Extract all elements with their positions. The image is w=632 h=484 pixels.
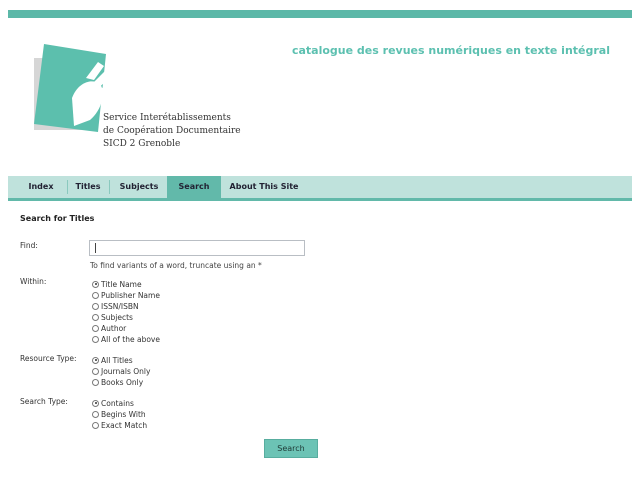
nav-index[interactable]: Index	[16, 176, 66, 198]
find-label: Find:	[20, 241, 38, 250]
organization-name: Service Interétablissements de Coopérati…	[103, 112, 241, 151]
option-label: Publisher Name	[101, 291, 160, 300]
resource-option[interactable]: All Titles	[92, 355, 133, 366]
nav-titles[interactable]: Titles	[68, 176, 108, 198]
site-title: catalogue des revues numériques en texte…	[291, 44, 610, 57]
option-label: Contains	[101, 399, 134, 408]
search-type-option[interactable]: Begins With	[92, 409, 146, 420]
radio-checked-icon[interactable]	[92, 356, 99, 364]
radio-icon[interactable]	[92, 324, 99, 332]
search-type-option[interactable]: Contains	[92, 398, 134, 409]
radio-icon[interactable]	[92, 335, 99, 343]
nav-subjects[interactable]: Subjects	[110, 176, 168, 198]
find-input[interactable]	[89, 240, 305, 256]
resource-option[interactable]: Books Only	[92, 377, 143, 388]
option-label: All Titles	[101, 356, 133, 365]
resource-option[interactable]: Journals Only	[92, 366, 150, 377]
org-line-3: SICD 2 Grenoble	[103, 139, 181, 149]
option-label: Exact Match	[101, 421, 148, 430]
option-label: Subjects	[101, 313, 133, 322]
within-option[interactable]: Author	[92, 323, 126, 334]
radio-icon[interactable]	[92, 367, 99, 375]
top-accent-bar	[8, 10, 632, 18]
within-option[interactable]: Title Name	[92, 279, 142, 290]
org-line-1: Service Interétablissements	[103, 113, 231, 123]
nav-about[interactable]: About This Site	[224, 176, 304, 198]
org-line-2: de Coopération Documentaire	[103, 126, 241, 136]
radio-icon[interactable]	[92, 313, 99, 321]
form-title: Search for Titles	[20, 214, 95, 223]
search-button[interactable]: Search	[264, 439, 318, 458]
resource-type-label: Resource Type:	[20, 354, 77, 363]
option-label: Title Name	[101, 280, 142, 289]
option-label: Author	[101, 324, 127, 333]
truncation-hint: To find variants of a word, truncate usi…	[90, 261, 262, 270]
radio-checked-icon[interactable]	[92, 399, 99, 407]
search-type-option[interactable]: Exact Match	[92, 420, 147, 431]
radio-icon[interactable]	[92, 421, 99, 429]
option-label: Begins With	[101, 410, 146, 419]
radio-checked-icon[interactable]	[92, 280, 99, 288]
within-option[interactable]: Publisher Name	[92, 290, 160, 301]
nav-search[interactable]: Search	[167, 176, 221, 198]
main-navigation: Index Titles Subjects Search About This …	[8, 176, 632, 201]
text-cursor	[95, 243, 96, 253]
within-option[interactable]: ISSN/ISBN	[92, 301, 139, 312]
within-option[interactable]: Subjects	[92, 312, 133, 323]
search-type-label: Search Type:	[20, 397, 68, 406]
radio-icon[interactable]	[92, 378, 99, 386]
within-label: Within:	[20, 277, 47, 286]
radio-icon[interactable]	[92, 410, 99, 418]
option-label: All of the above	[101, 335, 160, 344]
radio-icon[interactable]	[92, 291, 99, 299]
within-option[interactable]: All of the above	[92, 334, 160, 345]
option-label: ISSN/ISBN	[101, 302, 139, 311]
radio-icon[interactable]	[92, 302, 99, 310]
option-label: Journals Only	[101, 367, 151, 376]
option-label: Books Only	[101, 378, 144, 387]
